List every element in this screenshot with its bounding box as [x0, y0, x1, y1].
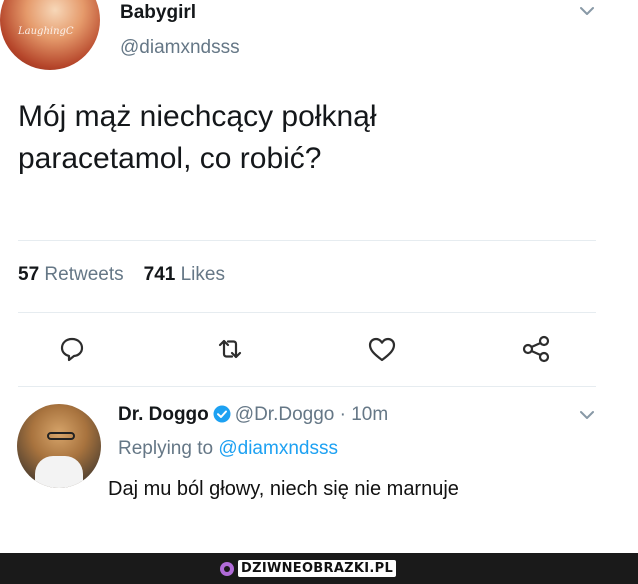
likes-stat[interactable]: 741 Likes — [144, 264, 225, 285]
author-avatar[interactable]: LaughingC — [0, 0, 100, 70]
replying-to: Replying to @diamxndsss — [118, 438, 338, 460]
author-name[interactable]: Babygirl — [120, 2, 196, 24]
retweets-stat[interactable]: 57 Retweets — [18, 264, 124, 285]
share-icon[interactable] — [520, 333, 552, 365]
site-logo[interactable]: DZIWNEOBRAZKI.PL — [218, 559, 400, 578]
reply-header: Dr. Doggo @Dr.Doggo · 10m — [118, 404, 388, 429]
divider — [18, 240, 596, 241]
tweet-text: Mój mąż niechcący połknął paracetamol, c… — [18, 96, 578, 180]
likes-count: 741 — [143, 264, 176, 285]
retweet-icon[interactable] — [214, 333, 246, 365]
reply-icon[interactable] — [56, 333, 88, 365]
reply-separator: · — [339, 404, 346, 425]
replying-mention[interactable]: @diamxndsss — [218, 438, 338, 459]
tweet-actions — [0, 333, 638, 367]
chevron-down-icon[interactable] — [580, 410, 594, 424]
tweet-card: LaughingC Babygirl @diamxndsss Mój mąż n… — [0, 0, 638, 553]
tweet-text-line: paracetamol, co robić? — [18, 142, 322, 175]
reply-author-handle[interactable]: @Dr.Doggo — [235, 404, 335, 425]
reply-author-name[interactable]: Dr. Doggo — [118, 404, 209, 425]
location-pin-icon — [220, 561, 234, 576]
retweets-count: 57 — [18, 264, 40, 285]
like-icon[interactable] — [366, 333, 398, 365]
site-logo-text: DZIWNEOBRAZKI.PL — [238, 560, 397, 577]
reply-text: Daj mu ból głowy, niech się nie marnuje — [108, 478, 459, 500]
divider — [18, 386, 596, 387]
reply-time[interactable]: 10m — [351, 404, 388, 425]
avatar-coat — [35, 456, 83, 488]
reply-avatar[interactable] — [17, 404, 101, 488]
author-handle[interactable]: @diamxndsss — [120, 37, 240, 59]
likes-label: Likes — [180, 264, 225, 285]
site-footer: DZIWNEOBRAZKI.PL — [0, 553, 638, 584]
tweet-text-line: Mój mąż niechcący połknął — [18, 100, 377, 133]
replying-prefix: Replying to — [118, 438, 214, 459]
tweet-stats: 57 Retweets 741 Likes — [18, 264, 225, 286]
avatar-glasses — [47, 432, 75, 440]
retweets-label: Retweets — [44, 264, 124, 285]
divider — [18, 312, 596, 313]
avatar-watermark: LaughingC — [18, 26, 74, 37]
chevron-down-icon[interactable] — [580, 6, 594, 20]
verified-badge-icon — [213, 405, 231, 429]
